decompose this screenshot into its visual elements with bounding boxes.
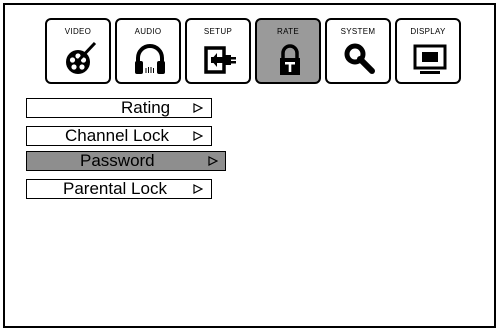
menu-item-rating[interactable]: Rating bbox=[26, 98, 212, 118]
video-reel-icon bbox=[66, 42, 97, 74]
menu-item-parental-lock[interactable]: Parental Lock bbox=[26, 179, 212, 199]
tab-audio[interactable]: AUDIO bbox=[115, 18, 181, 84]
tab-system-label: SYSTEM bbox=[340, 27, 376, 36]
tab-audio-label: AUDIO bbox=[134, 27, 162, 36]
osd-screen: VIDEO AUDIO SETUP RATE SYSTEM DISPLAY Ra… bbox=[3, 3, 496, 328]
magnifier-icon bbox=[344, 43, 375, 74]
tab-rate[interactable]: RATE bbox=[255, 18, 321, 84]
menu-item-password[interactable]: Password bbox=[26, 151, 226, 171]
setup-plug-icon bbox=[204, 46, 236, 74]
menu-item-label: Rating bbox=[121, 98, 171, 117]
tab-video-label: VIDEO bbox=[64, 27, 92, 36]
tab-video[interactable]: VIDEO bbox=[45, 18, 111, 84]
tab-display-label: DISPLAY bbox=[410, 27, 446, 36]
tv-screen-icon bbox=[413, 44, 447, 74]
menu-item-label: Channel Lock bbox=[65, 126, 169, 145]
tab-system[interactable]: SYSTEM bbox=[325, 18, 391, 84]
arrow-right-icon bbox=[193, 184, 203, 194]
menu-item-label: Password bbox=[80, 151, 155, 170]
tab-display[interactable]: DISPLAY bbox=[395, 18, 461, 84]
padlock-icon bbox=[280, 44, 300, 75]
tab-setup[interactable]: SETUP bbox=[185, 18, 251, 84]
menu-item-channel-lock[interactable]: Channel Lock bbox=[26, 126, 212, 146]
headphones-icon bbox=[135, 44, 165, 74]
tab-setup-label: SETUP bbox=[203, 27, 233, 36]
arrow-right-icon bbox=[208, 156, 218, 166]
arrow-right-icon bbox=[193, 131, 203, 141]
menu-item-label: Parental Lock bbox=[63, 179, 167, 198]
tab-rate-label: RATE bbox=[277, 27, 299, 36]
arrow-right-icon bbox=[193, 103, 203, 113]
